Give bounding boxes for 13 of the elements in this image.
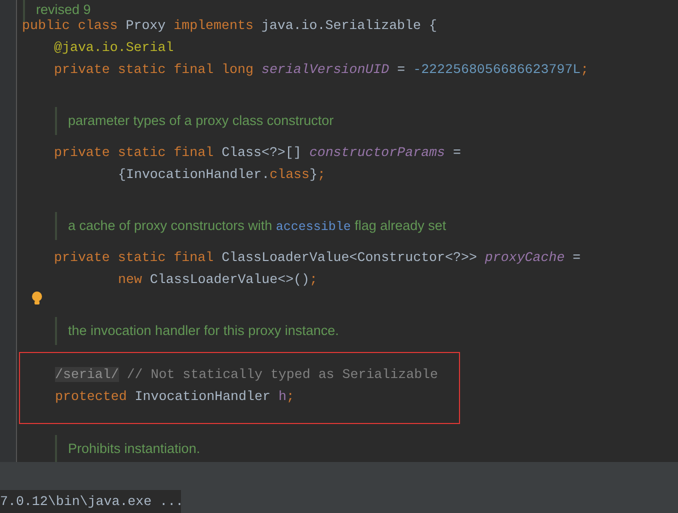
doc-comment: the invocation handler for this proxy instance. — [55, 317, 339, 345]
code-line: @java.io.Serial — [53, 39, 174, 57]
code-line: {InvocationHandler.class}; — [117, 166, 326, 184]
code-line: private static final Class<?>[] constructorParams = — [53, 144, 461, 162]
code-line: private static final ClassLoaderValue<Constructor<?>> proxyCache = — [53, 249, 581, 267]
code-line: new ClassLoaderValue<>(); — [117, 271, 318, 289]
code-line: private static final long serialVersionUID = -2222568056686623797L; — [53, 61, 589, 79]
code-line: /serial/ // Not statically typed as Serializable — [54, 366, 438, 384]
code-line: protected InvocationHandler h; — [54, 388, 294, 406]
run-tab[interactable]: 7.0.12\bin\java.exe ... — [0, 490, 181, 513]
lightbulb-icon[interactable] — [31, 291, 43, 305]
doc-comment: a cache of proxy constructors with accessible flag already set — [55, 212, 446, 240]
doc-comment: parameter types of a proxy class constructor — [55, 107, 334, 135]
